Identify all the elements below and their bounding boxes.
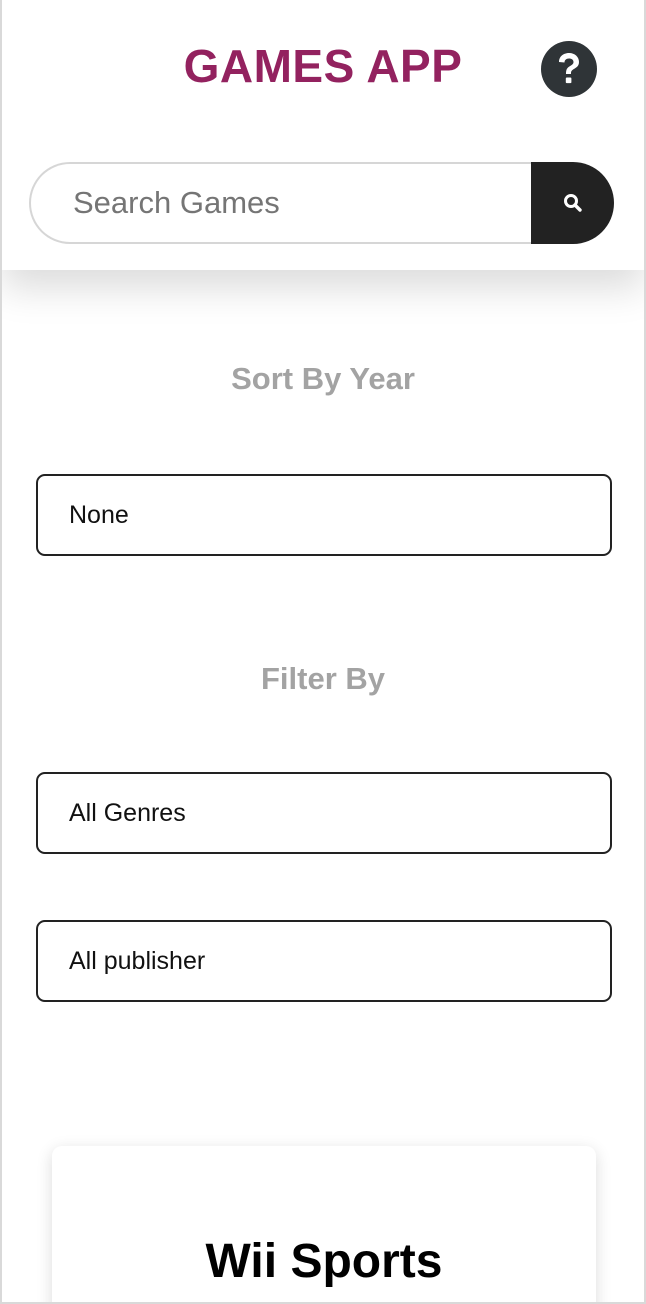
publisher-selected-value: All publisher [69, 946, 206, 975]
app-viewport: GAMES APP Sort By Year None Filter By Al… [0, 0, 646, 1304]
search-bar [29, 162, 614, 244]
search-icon [563, 194, 582, 212]
sort-year-selected-value: None [69, 500, 129, 529]
genre-select[interactable]: All Genres [36, 772, 612, 854]
help-button[interactable] [541, 41, 597, 97]
sort-year-select[interactable]: None [36, 474, 612, 556]
question-icon [559, 53, 579, 84]
filter-heading: Filter By [260, 661, 386, 696]
search-input[interactable] [29, 162, 531, 244]
sort-heading: Sort By Year [231, 361, 415, 396]
search-button[interactable] [531, 162, 614, 244]
genre-selected-value: All Genres [69, 798, 186, 827]
game-card-title: Wii Sports [205, 1235, 443, 1288]
game-card[interactable]: Wii Sports [52, 1146, 596, 1304]
publisher-select[interactable]: All publisher [36, 920, 612, 1002]
app-header: GAMES APP [2, 0, 644, 270]
